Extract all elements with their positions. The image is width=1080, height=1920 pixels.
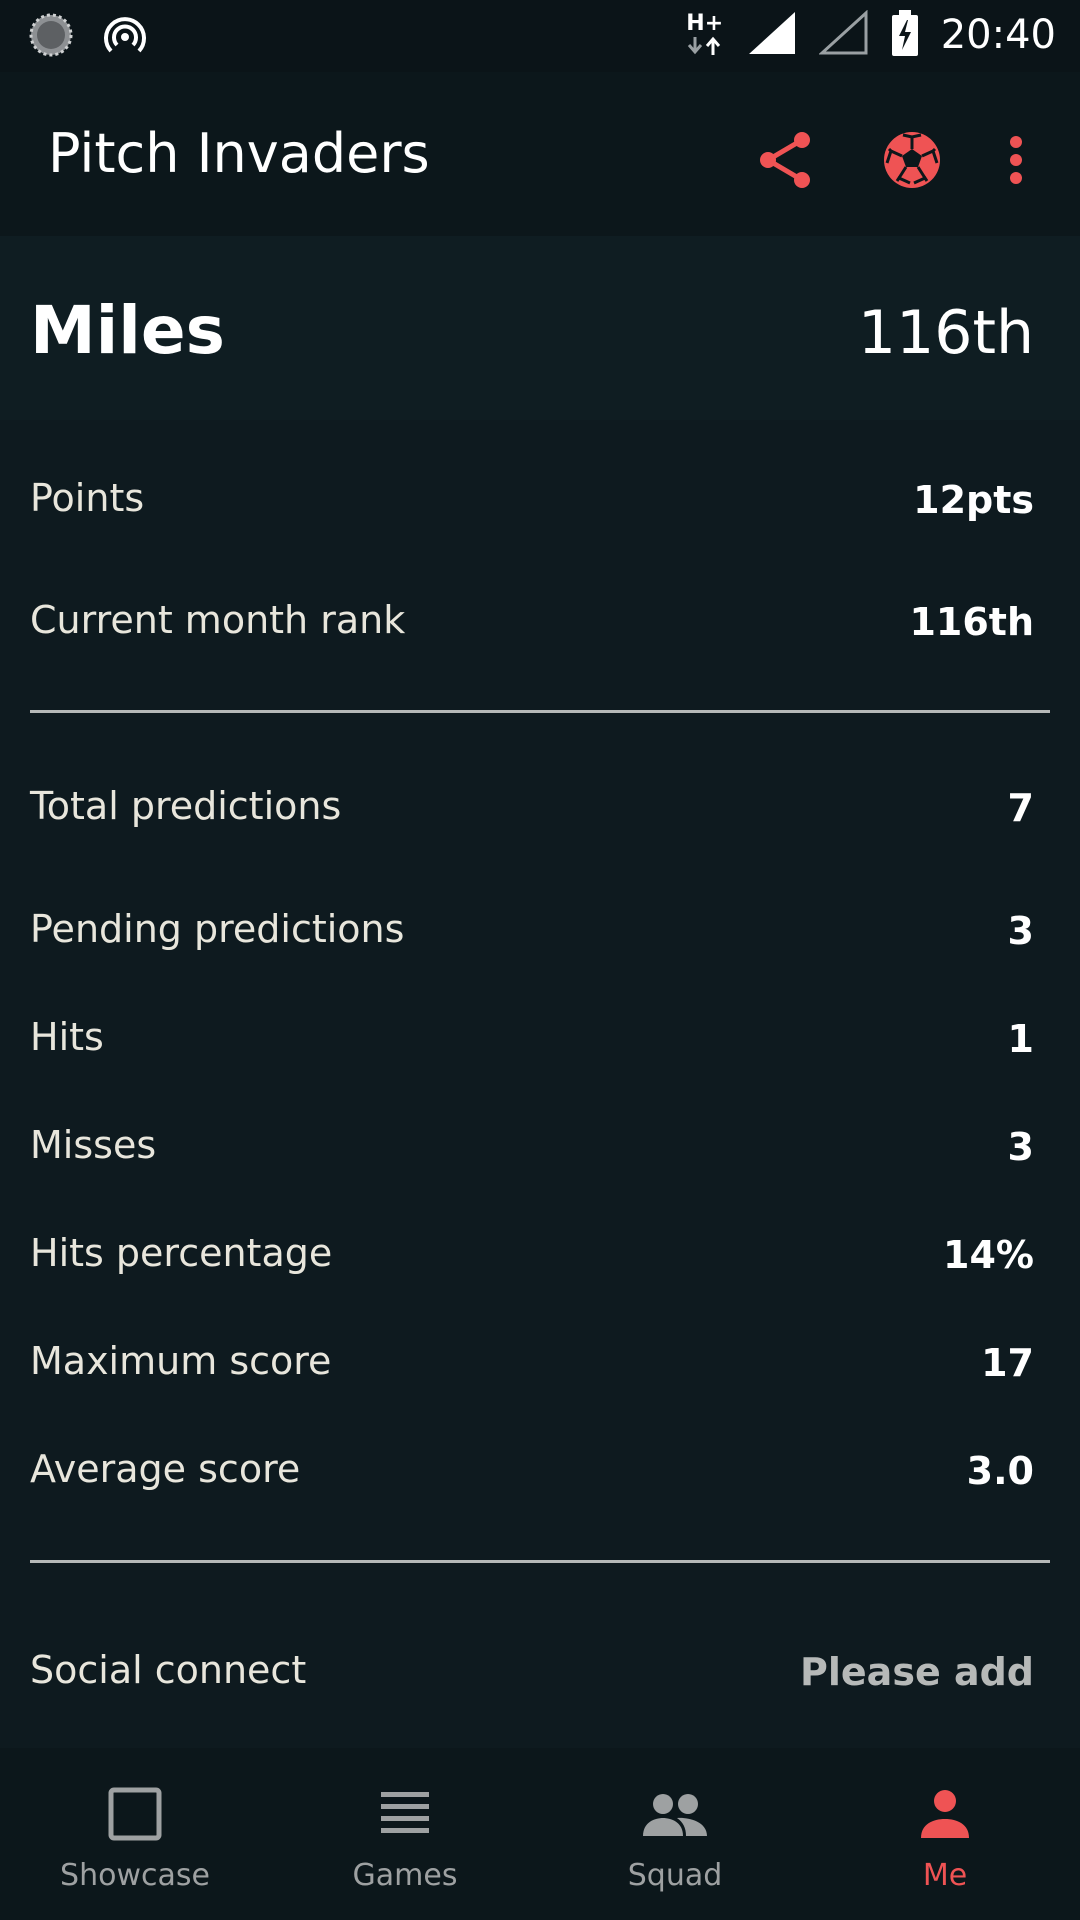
square-icon (107, 1786, 163, 1846)
nav-label: Showcase (60, 1858, 210, 1893)
signal-full-icon (747, 10, 797, 60)
divider (30, 1560, 1050, 1563)
stat-value: 1 (1007, 1017, 1034, 1061)
bottom-nav: Showcase Games Squad Me (0, 1748, 1080, 1920)
stat-row-hits-percentage: Hits percentage 14% (30, 1231, 1034, 1291)
stat-row-points: Points 12pts (30, 476, 1034, 536)
stat-label: Current month rank (30, 598, 406, 642)
stat-label: Maximum score (30, 1339, 332, 1383)
app-title: Pitch Invaders (48, 122, 430, 185)
nav-squad[interactable]: Squad (540, 1748, 810, 1920)
nav-label: Me (922, 1858, 968, 1893)
stat-row-maximum-score: Maximum score 17 (30, 1339, 1034, 1399)
stat-label: Average score (30, 1447, 301, 1491)
status-time: 20:40 (940, 12, 1056, 58)
share-button[interactable] (746, 122, 826, 202)
stat-value: 116th (909, 600, 1034, 644)
profile-rank: 116th (857, 298, 1034, 368)
stat-row-average-score: Average score 3.0 (30, 1447, 1034, 1507)
spinner-icon (28, 12, 74, 62)
stat-row-current-month-rank: Current month rank 116th (30, 598, 1034, 658)
stat-row-pending-predictions: Pending predictions 3 (30, 907, 1034, 967)
divider (30, 710, 1050, 713)
social-connect-value[interactable]: Please add (800, 1650, 1034, 1694)
battery-charging-icon (891, 10, 919, 60)
data-arrows-icon: H+ (685, 13, 725, 57)
stat-row-misses: Misses 3 (30, 1123, 1034, 1183)
app-bar: Pitch Invaders (0, 72, 1080, 236)
nav-games[interactable]: Games (270, 1748, 540, 1920)
person-icon (919, 1788, 971, 1844)
stat-row-hits: Hits 1 (30, 1015, 1034, 1075)
nav-me[interactable]: Me (810, 1748, 1080, 1920)
stat-value: 7 (1007, 786, 1034, 830)
stat-label: Pending predictions (30, 907, 405, 951)
list-icon (379, 1790, 431, 1842)
status-bar: H+ 20:40 (0, 0, 1080, 72)
network-type: H+ (686, 11, 724, 36)
nav-label: Games (352, 1858, 458, 1893)
hotspot-icon (102, 12, 148, 62)
more-vert-icon (1006, 134, 1026, 190)
stat-value: 14% (943, 1233, 1034, 1277)
profile-name: Miles (30, 292, 225, 369)
nav-showcase[interactable]: Showcase (0, 1748, 270, 1920)
signal-empty-icon (817, 9, 869, 60)
social-connect-row[interactable]: Social connect Please add (30, 1648, 1034, 1708)
group-icon (641, 1790, 709, 1842)
nav-label: Squad (627, 1858, 723, 1893)
soccer-ball-button[interactable] (872, 122, 952, 202)
stat-label: Points (30, 476, 145, 520)
stat-value: 3 (1007, 909, 1034, 953)
stat-label: Misses (30, 1123, 157, 1167)
profile-header: Miles 116th (0, 236, 1080, 420)
social-connect-label: Social connect (30, 1648, 307, 1692)
stat-label: Total predictions (30, 784, 342, 828)
share-icon (756, 130, 816, 194)
soccer-ball-icon (881, 129, 943, 195)
stat-row-total-predictions: Total predictions 7 (30, 784, 1034, 844)
more-options-button[interactable] (976, 122, 1056, 202)
stat-value: 12pts (913, 478, 1034, 522)
stat-value: 3.0 (966, 1449, 1034, 1493)
stat-value: 17 (981, 1341, 1034, 1385)
stat-label: Hits percentage (30, 1231, 333, 1275)
stat-label: Hits (30, 1015, 104, 1059)
stat-value: 3 (1007, 1125, 1034, 1169)
